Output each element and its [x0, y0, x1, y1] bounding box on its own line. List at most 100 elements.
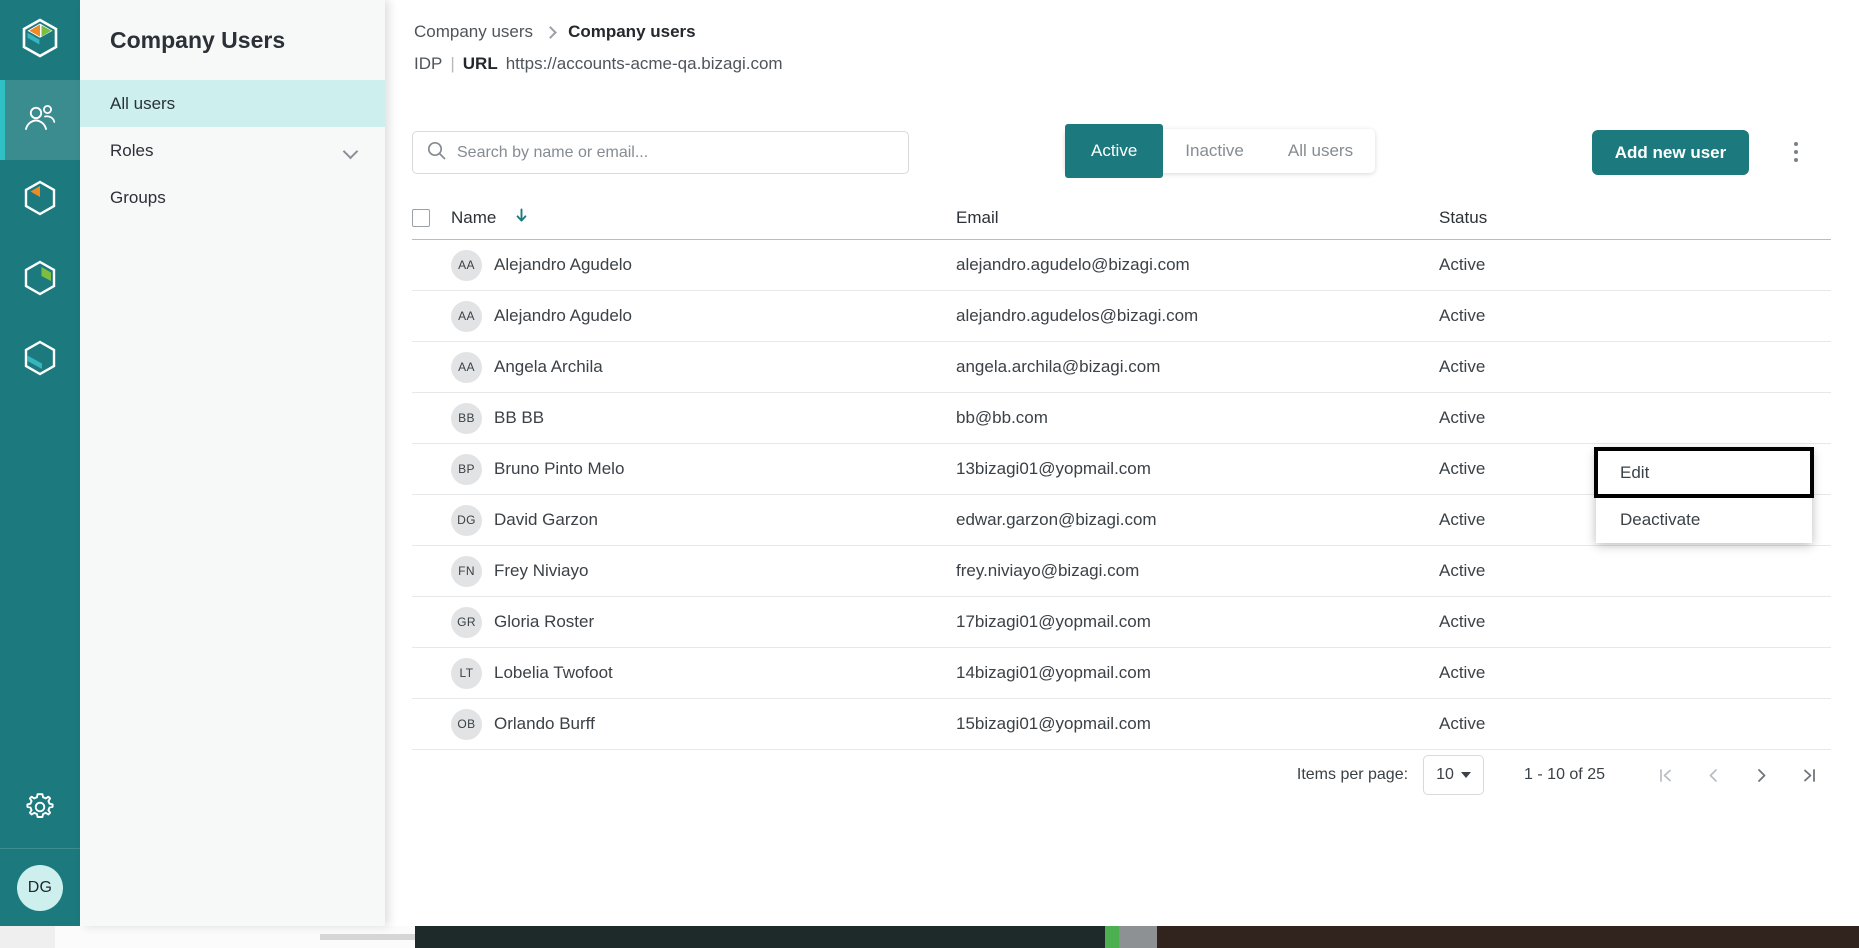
sidebar-item-label: Roles	[110, 140, 154, 160]
sidebar-item-groups[interactable]: Groups	[80, 174, 385, 221]
arrow-down-icon	[515, 208, 528, 227]
items-per-page-select[interactable]: 10	[1423, 755, 1485, 795]
column-header-email[interactable]: Email	[956, 208, 1439, 228]
cube-teal-icon	[23, 340, 57, 381]
status-badge: Active	[1439, 561, 1486, 580]
avatar: AA	[451, 351, 482, 383]
search-icon	[427, 141, 446, 165]
select-all-cell	[412, 208, 451, 227]
cube-orange-icon	[23, 180, 57, 221]
table-header-row: Name Email Status	[412, 196, 1831, 240]
first-page-icon[interactable]	[1641, 755, 1689, 795]
secondary-nav-panel: Company Users All users Roles Groups	[80, 0, 385, 926]
status-badge: Active	[1439, 612, 1486, 631]
cell-name: BB BB BB	[451, 402, 956, 434]
user-name: Orlando Burff	[494, 714, 595, 733]
table-row[interactable]: AA Alejandro Agudelo alejandro.agudelo@biz…	[412, 240, 1831, 291]
last-page-icon[interactable]	[1785, 755, 1833, 795]
filter-inactive[interactable]: Inactive	[1163, 129, 1266, 173]
breadcrumb-parent[interactable]: Company users	[414, 22, 533, 42]
breadcrumb: Company users Company users	[385, 0, 1859, 42]
table-row[interactable]: BB BB BB bb@bb.com Active	[412, 393, 1831, 444]
search-input[interactable]: Search by name or email...	[412, 131, 909, 174]
breadcrumb-current: Company users	[568, 22, 696, 41]
table-row[interactable]: FN Frey Niviayo frey.niviayo@bizagi.com Act…	[412, 546, 1831, 597]
rail-item-settings[interactable]	[0, 770, 80, 848]
taskbar-segment	[0, 926, 55, 948]
items-per-page-label: Items per page:	[1296, 766, 1409, 783]
user-name: David Garzon	[494, 510, 598, 529]
column-header-status[interactable]: Status	[1439, 208, 1831, 228]
cell-email: edwar.garzon@bizagi.com	[956, 510, 1157, 529]
next-page-icon[interactable]	[1737, 755, 1785, 795]
sidebar-item-roles[interactable]: Roles	[80, 127, 385, 174]
rail-user-menu[interactable]: DG	[0, 848, 80, 926]
cell-email: 13bizagi01@yopmail.com	[956, 459, 1151, 478]
cell-email: 14bizagi01@yopmail.com	[956, 663, 1151, 682]
rail-item-automation[interactable]	[0, 240, 80, 320]
table-row[interactable]: GR Gloria Roster 17bizagi01@yopmail.com Act…	[412, 597, 1831, 648]
taskbar-segment	[1157, 926, 1859, 948]
menu-item-edit[interactable]: Edit	[1594, 447, 1814, 498]
people-icon	[23, 103, 57, 138]
idp-url-key: URL	[462, 54, 498, 73]
table-row[interactable]: OB Orlando Burff 15bizagi01@yopmail.com Act…	[412, 699, 1831, 750]
taskbar-scrollbar[interactable]	[320, 934, 416, 940]
cell-email: bb@bb.com	[956, 408, 1048, 427]
idp-url-value: https://accounts-acme-qa.bizagi.com	[505, 54, 783, 73]
app-window: DG Company Users All users Roles Groups …	[0, 0, 1859, 948]
user-name: Angela Archila	[494, 357, 603, 376]
avatar: BB	[451, 402, 482, 434]
cell-name: OB Orlando Burff	[451, 708, 956, 740]
table-row[interactable]: LT Lobelia Twofoot 14bizagi01@yopmail.com A…	[412, 648, 1831, 699]
rail-item-studio[interactable]	[0, 160, 80, 240]
cell-name: LT Lobelia Twofoot	[451, 657, 956, 689]
sidebar-item-all-users[interactable]: All users	[80, 80, 385, 127]
menu-item-deactivate[interactable]: Deactivate	[1596, 496, 1812, 543]
status-badge: Active	[1439, 255, 1486, 274]
rail-spacer	[0, 400, 80, 770]
items-per-page-value: 10	[1436, 766, 1454, 783]
rail-item-users[interactable]	[0, 80, 80, 160]
os-taskbar-strip	[0, 926, 1859, 948]
paginator: Items per page: 10 1 - 10 of 25	[385, 755, 1859, 795]
column-header-name-label: Name	[451, 207, 497, 227]
user-name: Alejandro Agudelo	[494, 306, 633, 325]
avatar: AA	[451, 249, 482, 281]
chevron-right-icon	[544, 25, 557, 39]
rail-item-sites[interactable]	[0, 320, 80, 400]
user-name: Alejandro Agudelo	[494, 255, 633, 274]
taskbar-segment	[1119, 926, 1157, 948]
icon-rail: DG	[0, 0, 80, 926]
user-name: Bruno Pinto Melo	[494, 459, 625, 478]
app-logo[interactable]	[0, 0, 80, 80]
add-user-button[interactable]: Add new user	[1592, 130, 1749, 175]
cube-green-icon	[23, 260, 57, 301]
search-placeholder: Search by name or email...	[457, 143, 649, 161]
sidebar-item-label: Groups	[110, 187, 166, 207]
table-row[interactable]: AA Alejandro Agudelo alejandro.agudelos@bi…	[412, 291, 1831, 342]
status-badge: Active	[1439, 357, 1486, 376]
avatar: FN	[451, 555, 482, 587]
filter-active[interactable]: Active	[1065, 124, 1164, 178]
idp-divider: |	[450, 54, 455, 73]
table-row[interactable]: AA Angela Archila angela.archila@bizagi.co…	[412, 342, 1831, 393]
cell-email: alejandro.agudelos@bizagi.com	[956, 306, 1199, 325]
select-all-checkbox[interactable]	[412, 208, 430, 227]
column-header-name[interactable]: Name	[451, 208, 956, 228]
avatar: AA	[451, 300, 482, 332]
taskbar-segment	[1105, 926, 1119, 948]
cell-name: FN Frey Niviayo	[451, 555, 956, 587]
cell-name: BP Bruno Pinto Melo	[451, 453, 956, 485]
cell-email: alejandro.agudelo@bizagi.com	[956, 255, 1190, 274]
filter-all-users[interactable]: All users	[1266, 129, 1375, 173]
cell-email: frey.niviayo@bizagi.com	[956, 561, 1140, 580]
user-name: Frey Niviayo	[494, 561, 589, 580]
avatar: DG	[17, 864, 63, 911]
status-badge: Active	[1439, 408, 1486, 427]
chevron-down-icon	[343, 143, 359, 159]
more-vertical-icon[interactable]	[1782, 138, 1810, 166]
user-name: BB BB	[494, 408, 545, 427]
avatar: GR	[451, 606, 482, 638]
previous-page-icon[interactable]	[1689, 755, 1737, 795]
